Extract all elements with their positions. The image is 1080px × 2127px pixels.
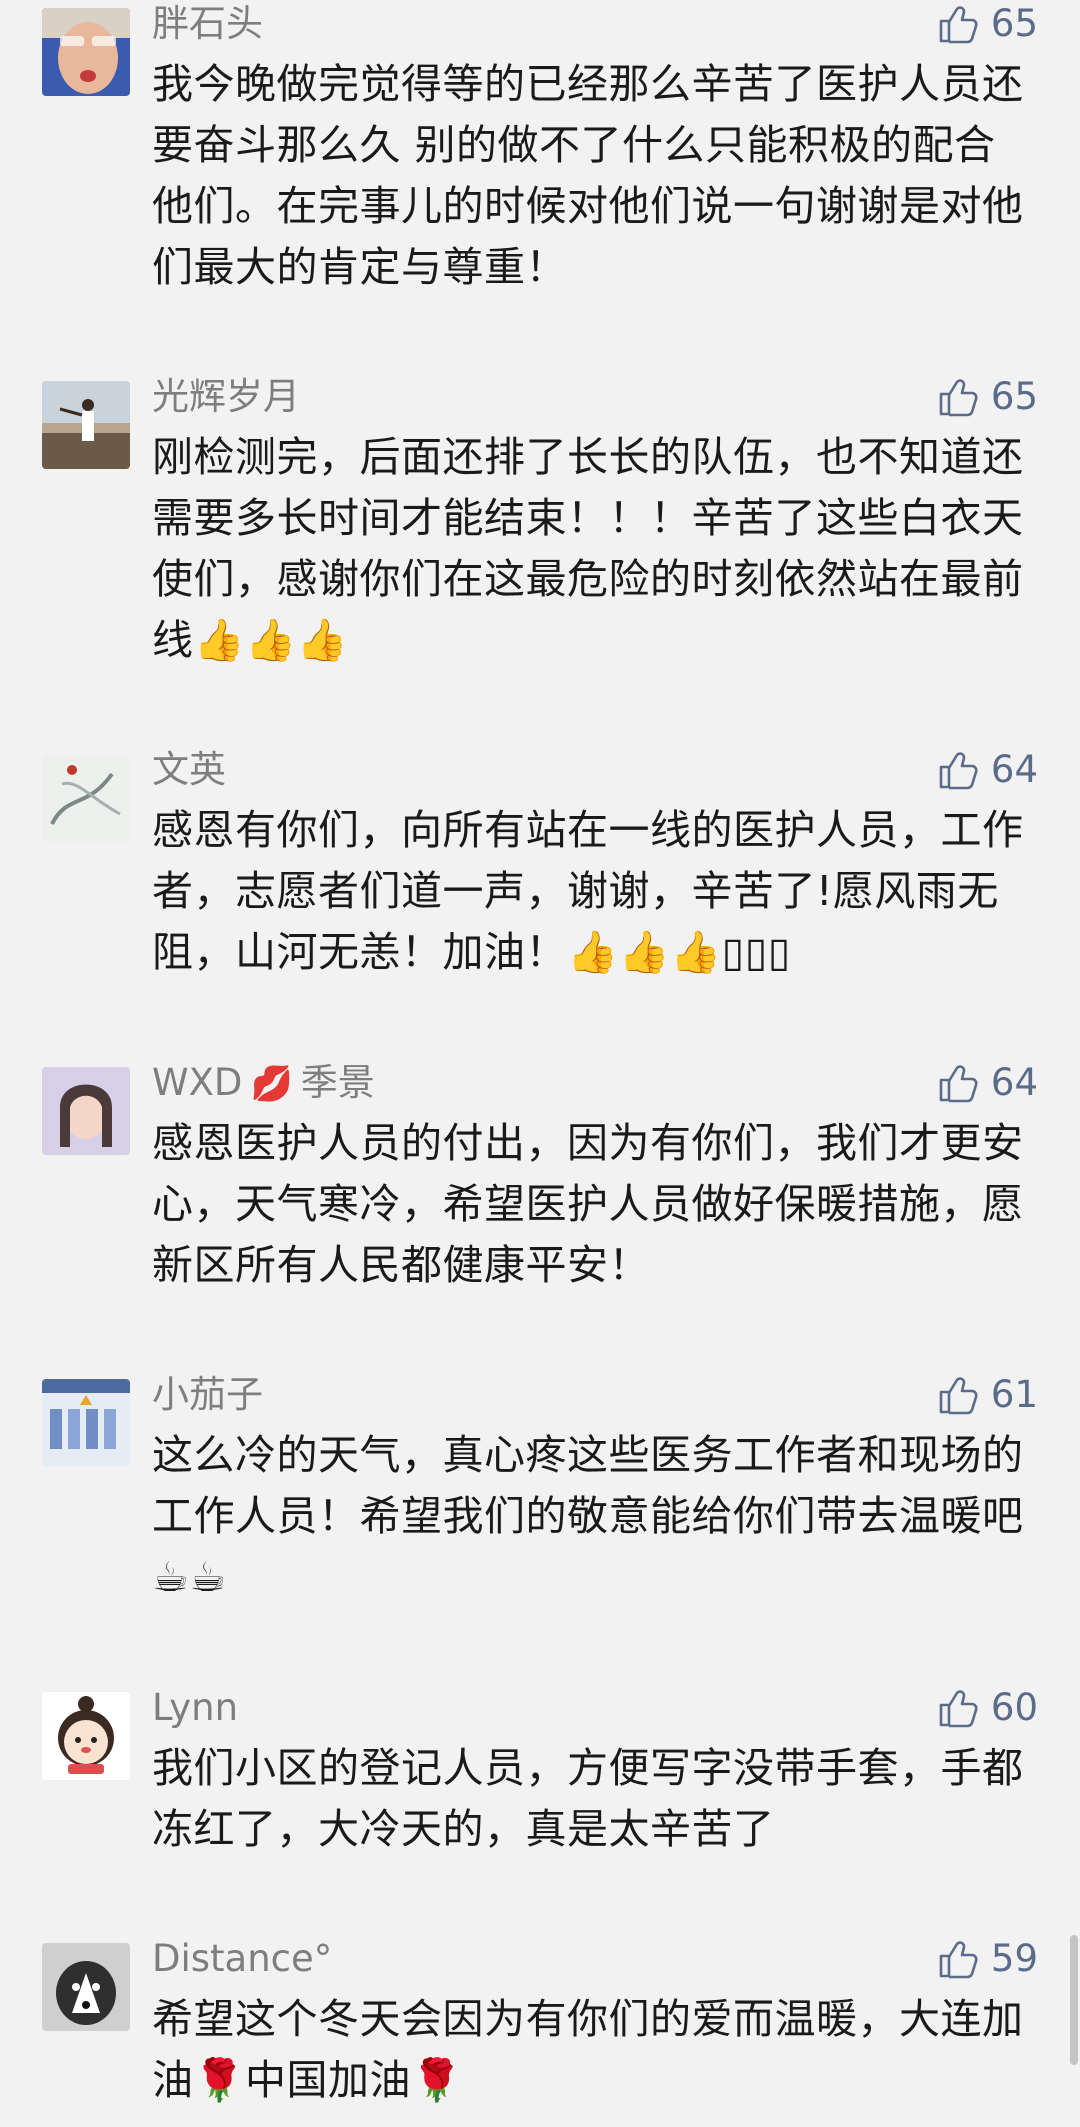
like-count: 64 <box>990 1061 1038 1104</box>
like-button[interactable]: 64 <box>935 1059 1038 1107</box>
comment-text: 刚检测完，后面还排了长长的队伍，也不知道还需要多长时间才能结束！！！辛苦了这些白… <box>152 433 1024 664</box>
comment-text: 我今晚做完觉得等的已经那么辛苦了医护人员还要奋斗那么久 别的做不了什么只能积极的… <box>152 60 1024 291</box>
comment-text: 希望这个冬天会因为有你们的爱而温暖，大连加油🌹中国加油🌹 <box>152 1995 1024 2104</box>
thumbs-up-icon <box>939 6 978 44</box>
comment-text: 这么冷的天气，真心疼这些医务工作者和现场的工作人员！希望我们的敬意能给你们带去温… <box>152 1431 1024 1601</box>
avatar[interactable] <box>42 8 130 96</box>
avatar[interactable] <box>42 1379 130 1467</box>
comment-username[interactable]: Distance° <box>152 1935 332 1983</box>
like-button[interactable]: 65 <box>935 373 1038 421</box>
like-button[interactable]: 59 <box>935 1935 1038 1983</box>
like-button[interactable]: 60 <box>935 1684 1038 1732</box>
like-button[interactable]: 61 <box>935 1371 1038 1419</box>
thumbs-up-icon <box>939 1377 978 1415</box>
like-button[interactable]: 65 <box>935 0 1038 48</box>
comment-username[interactable]: Lynn <box>152 1684 238 1732</box>
comment-username[interactable]: 胖石头 <box>152 0 263 48</box>
comment-text: 感恩有你们，向所有站在一线的医护人员，工作者，志愿者们道一声，谢谢，辛苦了!愿风… <box>152 806 1024 976</box>
thumbs-up-icon <box>939 379 978 417</box>
username-prefix: WXD <box>152 1061 243 1104</box>
lips-emoji: 💋 <box>250 1064 293 1104</box>
thumbs-up-icon <box>939 1690 978 1728</box>
like-button[interactable]: 64 <box>935 746 1038 794</box>
like-count: 59 <box>990 1937 1038 1980</box>
like-count: 65 <box>990 375 1038 418</box>
comment-username[interactable]: 光辉岁月 <box>152 373 300 421</box>
avatar[interactable] <box>42 754 130 842</box>
avatar[interactable] <box>42 1692 130 1780</box>
thumbs-up-icon <box>939 752 978 790</box>
avatar[interactable] <box>42 1943 130 2031</box>
comment-list: 胖石头 65 我今晚做完觉得等的已经那么辛苦了医护人员还要奋斗那么久 别的做不了… <box>0 0 1080 2127</box>
avatar[interactable] <box>42 381 130 469</box>
comment-text: 我们小区的登记人员，方便写字没带手套，手都冻红了，大冷天的，真是太辛苦了 <box>152 1744 1024 1853</box>
comment-username[interactable]: 文英 <box>152 746 226 794</box>
comment-username[interactable]: WXD 💋 季景 <box>152 1059 375 1108</box>
like-count: 61 <box>990 1373 1038 1416</box>
comment-username[interactable]: 小茄子 <box>152 1371 263 1419</box>
comment-text: 感恩医护人员的付出，因为有你们，我们才更安心，天气寒冷，希望医护人员做好保暖措施… <box>152 1119 1024 1289</box>
username-suffix: 季景 <box>300 1061 375 1104</box>
avatar[interactable] <box>42 1067 130 1155</box>
like-count: 65 <box>990 2 1038 45</box>
scrollbar[interactable] <box>1070 1935 1078 2065</box>
like-count: 60 <box>990 1686 1038 1729</box>
thumbs-up-icon <box>939 1065 978 1103</box>
thumbs-up-icon <box>939 1941 978 1979</box>
like-count: 64 <box>990 748 1038 791</box>
